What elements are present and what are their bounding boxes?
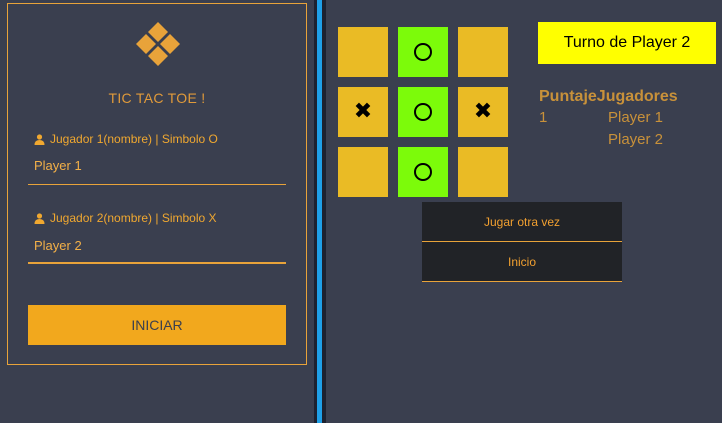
player2-label-text: Jugador 2(nombre) | Simbolo X bbox=[50, 211, 217, 225]
board-cell-6[interactable] bbox=[338, 147, 388, 197]
score-player-2: Player 2 bbox=[608, 131, 664, 148]
player1-label: Jugador 1(nombre) | Simbolo O bbox=[34, 132, 218, 146]
o-mark-icon bbox=[414, 43, 432, 61]
board-cell-7[interactable] bbox=[398, 147, 448, 197]
board-cell-2[interactable] bbox=[458, 27, 508, 77]
x-mark-icon: ✖ bbox=[353, 99, 373, 124]
score-value: 1 bbox=[539, 109, 548, 126]
player1-name-input[interactable] bbox=[28, 153, 286, 177]
home-button[interactable]: Inicio bbox=[422, 242, 622, 282]
board-cell-4[interactable] bbox=[398, 87, 448, 137]
board-cell-5[interactable]: ✖ bbox=[458, 87, 508, 137]
player2-underline bbox=[28, 262, 286, 264]
board-cell-0[interactable] bbox=[338, 27, 388, 77]
board-cell-3[interactable]: ✖ bbox=[338, 87, 388, 137]
user-icon bbox=[34, 212, 45, 224]
player2-name-input[interactable] bbox=[28, 233, 286, 257]
game-board: ✖ ✖ bbox=[338, 27, 508, 197]
score-player-1: Player 1 bbox=[608, 109, 664, 126]
start-button[interactable]: INICIAR bbox=[28, 305, 286, 345]
board-cell-1[interactable] bbox=[398, 27, 448, 77]
player2-label: Jugador 2(nombre) | Simbolo X bbox=[34, 211, 217, 225]
play-again-button[interactable]: Jugar otra vez bbox=[422, 202, 622, 242]
o-mark-icon bbox=[414, 103, 432, 121]
x-mark-icon: ✖ bbox=[473, 99, 493, 124]
player1-underline bbox=[28, 184, 286, 185]
board-cell-8[interactable] bbox=[458, 147, 508, 197]
score-header: PuntajeJugadores bbox=[539, 88, 678, 105]
turn-text: Turno de Player 2 bbox=[563, 34, 691, 51]
user-icon bbox=[34, 133, 45, 145]
panel-divider-accent bbox=[317, 0, 322, 423]
turn-indicator: Turno de Player 2 bbox=[538, 22, 716, 64]
diamond-logo-icon bbox=[136, 22, 180, 66]
o-mark-icon bbox=[414, 163, 432, 181]
player1-label-text: Jugador 1(nombre) | Simbolo O bbox=[50, 132, 218, 146]
player-form-panel: TIC TAC TOE ! Jugador 1(nombre) | Simbol… bbox=[7, 3, 307, 365]
app-title: TIC TAC TOE ! bbox=[108, 90, 206, 106]
